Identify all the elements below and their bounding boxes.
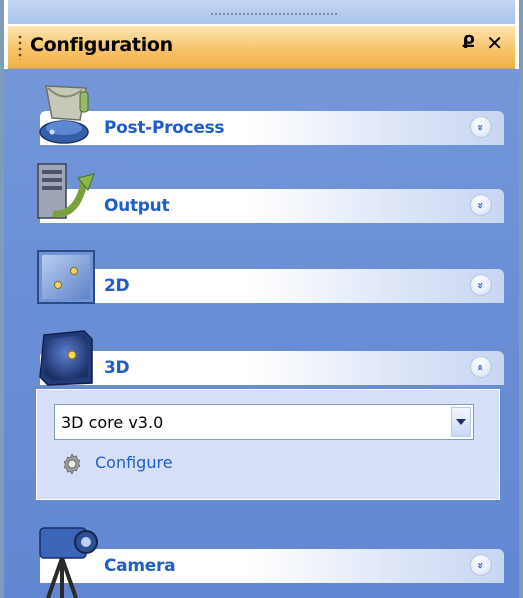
section-header-post-process[interactable]: Post-Process » [40,111,504,145]
dropdown-arrow-icon[interactable] [451,407,471,437]
pin-icon[interactable]: Ք [462,32,475,53]
section-header-output[interactable]: Output » [40,189,504,223]
title-grip-icon[interactable] [18,34,22,60]
output-icon [37,163,95,219]
2d-icon [37,250,95,304]
panel-title: Configuration [30,34,173,56]
3d-core-select[interactable]: 3D core v3.0 [54,404,474,440]
section-label: Output [104,196,170,216]
section-label: Post-Process [104,118,225,138]
chevron-down-icon[interactable]: » [470,554,492,576]
chevron-down-icon[interactable]: » [470,274,492,296]
section-header-3d[interactable]: 3D « [40,351,504,385]
chevron-down-icon[interactable]: » [470,194,492,216]
configure-label: Configure [95,453,173,472]
section-label: 3D [104,358,130,378]
section-header-camera[interactable]: Camera » [40,549,504,583]
section-label: Camera [104,556,176,576]
drag-grip[interactable] [8,0,515,24]
gear-icon [63,453,81,475]
panel-title-bar: Configuration Ք ✕ [8,26,515,69]
3d-icon [39,330,93,386]
section-header-2d[interactable]: 2D » [40,269,504,303]
chevron-down-icon[interactable]: » [470,116,492,138]
close-icon[interactable]: ✕ [486,31,503,55]
post-process-icon [39,85,89,144]
camera-icon [39,527,98,598]
section-label: 2D [104,276,130,296]
chevron-up-icon[interactable]: « [470,356,492,378]
3d-core-select-value: 3D core v3.0 [61,413,164,432]
